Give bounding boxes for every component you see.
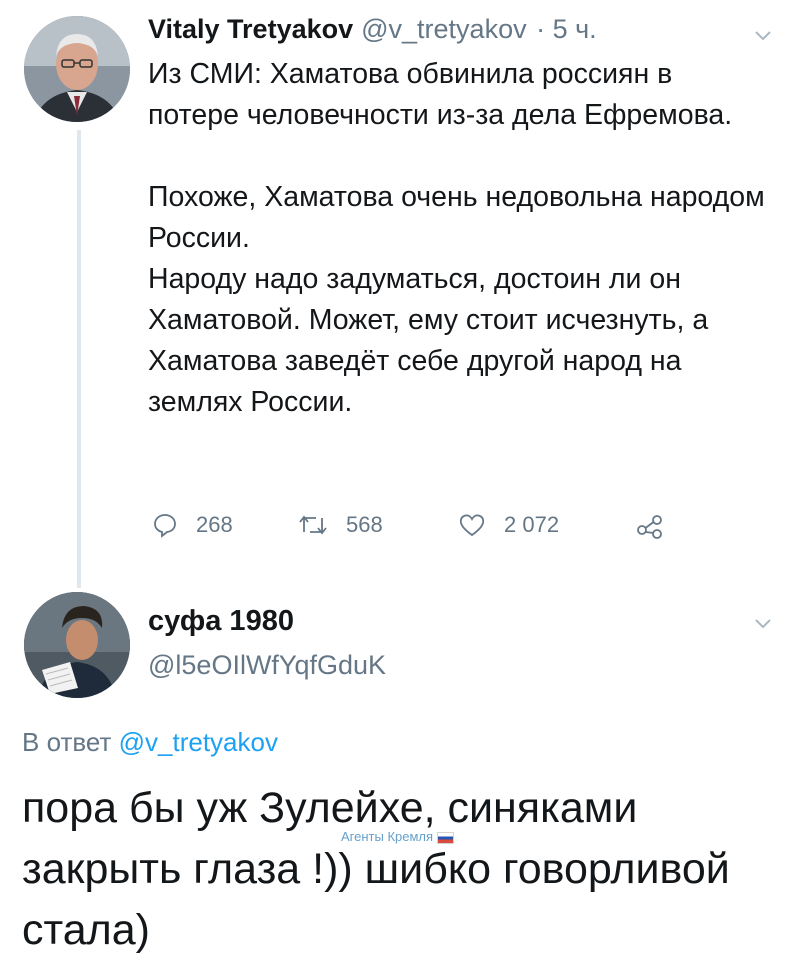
tweet-paragraph: Из СМИ: Хаматова обвинила россиян в поте… (148, 58, 733, 131)
russian-flag-icon (437, 831, 455, 844)
watermark: Агенты Кремля (341, 829, 455, 844)
reply-count: 268 (196, 512, 233, 537)
tweet-paragraph: Похоже, Хаматова очень недовольна народо… (148, 181, 765, 254)
tweet-actions: 268 568 2 072 (152, 512, 712, 552)
reply-to-label: В ответ (22, 727, 112, 757)
thread-connector (77, 130, 81, 588)
tweet-paragraph: Народу надо задуматься, достоин ли он Ха… (148, 263, 709, 418)
share-icon (637, 515, 662, 539)
reply-text: пора бы уж Зулейхе, синяками закрыть гла… (22, 784, 730, 954)
retweet-count: 568 (346, 512, 383, 537)
chevron-down-icon[interactable] (752, 612, 774, 634)
tweet-time[interactable]: · 5 ч. (536, 14, 597, 44)
reply-author-avatar[interactable] (24, 592, 130, 698)
retweet-button[interactable]: 568 (298, 512, 383, 538)
tweet-text: Из СМИ: Хаматова обвинила россиян в поте… (148, 54, 768, 423)
author-name[interactable]: Vitaly Tretyakov (148, 14, 353, 44)
reply-button[interactable]: 268 (152, 512, 233, 538)
share-button[interactable] (636, 512, 682, 540)
reply-context: В ответ @v_tretyakov (22, 727, 278, 758)
author-avatar[interactable] (24, 16, 130, 122)
reply-author-name[interactable]: суфа 1980 (148, 605, 294, 638)
watermark-text: Агенты Кремля (341, 829, 434, 844)
retweet-icon (299, 515, 327, 535)
chevron-down-icon[interactable] (752, 24, 774, 46)
like-button[interactable]: 2 072 (458, 512, 559, 538)
like-icon (459, 514, 485, 537)
like-count: 2 072 (504, 512, 560, 537)
reply-author-handle[interactable]: @l5eOIlWfYqfGduK (148, 650, 386, 681)
reply-to-handle-link[interactable]: @v_tretyakov (119, 727, 278, 757)
tweet-header: Vitaly Tretyakov @v_tretyakov · 5 ч. (148, 14, 597, 45)
author-handle[interactable]: @v_tretyakov (361, 14, 526, 44)
reply-icon (154, 514, 176, 538)
